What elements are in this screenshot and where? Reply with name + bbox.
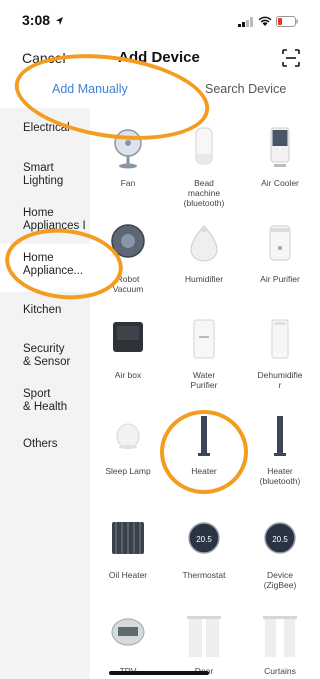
device-label: Air box: [114, 370, 142, 380]
sidebar-item-security-sensor[interactable]: Security & Sensor: [0, 343, 90, 369]
humidifier-icon: [185, 222, 223, 268]
device-label: Air Cooler: [261, 178, 299, 188]
device-label: Device (ZigBee): [263, 570, 297, 590]
home-indicator: [109, 671, 209, 675]
location-arrow-icon: [55, 13, 64, 31]
thermostat-icon: 20.5: [185, 518, 223, 564]
air-cooler-icon: [261, 126, 299, 172]
device-label: Air Purifier: [260, 274, 300, 284]
scan-icon[interactable]: [282, 49, 300, 67]
device-grid: Fan Bead machine (bluetooth) Air Cooler: [90, 108, 318, 679]
sidebar-item-sport-health[interactable]: Sport & Health: [0, 388, 90, 414]
wifi-icon: [258, 14, 272, 32]
battery-icon: [276, 14, 298, 32]
device-label: Fan: [120, 178, 136, 188]
category-sidebar: Electrical Smart Lighting Home Appliance…: [0, 108, 90, 679]
bead-machine-icon: [185, 126, 223, 172]
sidebar-item-kitchen[interactable]: Kitchen: [0, 304, 90, 317]
curtains-icon: [261, 614, 299, 660]
trv-icon: [109, 614, 147, 660]
tab-search-device[interactable]: Search Device: [205, 82, 286, 96]
device-label: Oil Heater: [108, 570, 148, 580]
device-label: Thermostat: [182, 570, 226, 580]
device-label: Dehumidifie r: [257, 370, 303, 390]
water-purifier-icon: [185, 318, 223, 364]
device-label: Sleep Lamp: [105, 466, 151, 476]
thermostat-display: 20.5: [272, 535, 288, 544]
status-time: 3:08: [22, 12, 51, 28]
sleep-lamp-icon: [109, 414, 147, 460]
sidebar-item-others[interactable]: Others: [0, 438, 90, 451]
door-curtain-icon: [185, 614, 223, 660]
status-bar: 3:08: [0, 0, 318, 34]
thermostat-display: 20.5: [196, 535, 212, 544]
signal-icon: [238, 14, 254, 32]
sidebar-item-smart-lighting[interactable]: Smart Lighting: [0, 162, 90, 188]
annotation-circle-heater: [160, 410, 248, 494]
device-label: Humidifier: [184, 274, 224, 284]
air-purifier-icon: [261, 222, 299, 268]
device-label: Heater (bluetooth): [259, 466, 301, 486]
device-label: Water Purifier: [190, 370, 218, 390]
heater-bluetooth-icon: [261, 414, 299, 460]
device-label: Curtains: [264, 666, 296, 676]
oil-heater-icon: [109, 518, 147, 564]
dehumidifier-icon: [261, 318, 299, 364]
thermostat-zigbee-icon: 20.5: [261, 518, 299, 564]
device-label: Bead machine (bluetooth): [183, 178, 225, 208]
air-box-icon: [109, 318, 147, 364]
